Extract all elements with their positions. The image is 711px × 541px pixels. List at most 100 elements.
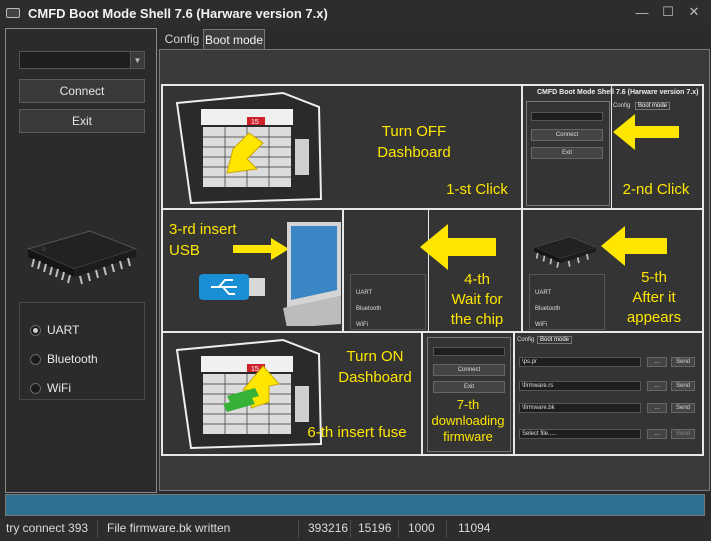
microchip-icon xyxy=(20,219,140,289)
laptop-icon xyxy=(283,222,341,326)
close-icon[interactable]: ✕ xyxy=(683,3,705,21)
status-connection: try connect 393 xyxy=(6,521,89,535)
caption: 2-nd Click xyxy=(622,181,690,198)
mini-exit: Exit xyxy=(531,147,603,159)
caption: 5-th xyxy=(641,269,667,286)
step-6-panel: 15 Turn ON Dashboard 6-th insert fuse xyxy=(163,333,421,454)
mini-radio-wifi: WiFi xyxy=(535,322,547,328)
radio-dot[interactable] xyxy=(30,324,41,336)
step-5-panel: UART Bluetooth WiFi 5-th After it appear… xyxy=(523,210,702,331)
mini-radio-uart: UART xyxy=(535,290,552,296)
status-value-1: 393216 xyxy=(308,521,349,535)
step-2-panel: CMFD Boot Mode Shell 7.6 (Harware versio… xyxy=(523,86,702,208)
caption: the chip xyxy=(450,311,504,328)
status-value-2: 15196 xyxy=(358,521,392,535)
mini-radio-wifi: WiFi xyxy=(356,322,368,328)
caption: Wait for xyxy=(451,291,503,308)
radio-wifi-label: WiFi xyxy=(47,381,71,395)
progress-bar xyxy=(5,494,705,516)
fuse-box-icon: 15 xyxy=(175,91,323,205)
mini-file-field: \firmware.bk xyxy=(519,403,641,413)
caption: Turn ON xyxy=(346,348,404,365)
mini-combo xyxy=(433,347,505,356)
radio-bluetooth[interactable]: Bluetooth xyxy=(30,352,98,366)
mini-tab-boot: Boot mode xyxy=(635,102,671,110)
radio-uart-label: UART xyxy=(47,323,80,337)
instruction-image: 15 Turn OFF Dashboard 1-st Click CMFD Bo… xyxy=(161,84,704,456)
mini-tab-config: Config xyxy=(517,337,535,343)
connection-type-group: UART Bluetooth WiFi xyxy=(19,302,145,400)
caption: After it xyxy=(632,289,676,306)
divider xyxy=(298,520,299,538)
step-7-panel: Connect Exit 7-th downloading firmware xyxy=(423,333,513,454)
step-4-panel: UART Bluetooth WiFi 4-th Wait for the ch… xyxy=(344,210,521,331)
radio-bluetooth-label: Bluetooth xyxy=(47,352,98,366)
caption: 6-th insert fuse xyxy=(307,424,407,441)
connect-button[interactable]: Connect xyxy=(19,79,145,103)
maximize-icon[interactable]: ☐ xyxy=(657,3,679,21)
mini-send-button: Send xyxy=(671,357,695,367)
arrow-left-icon xyxy=(613,114,679,150)
mini-exit: Exit xyxy=(433,381,505,393)
status-value-4: 11094 xyxy=(458,521,491,535)
mini-browse-button: ... xyxy=(647,403,667,413)
divider xyxy=(398,520,399,538)
app-icon xyxy=(6,8,20,18)
step-8-panel: Config Boot mode \ps.pr... Send \firmware.… xyxy=(515,333,702,454)
mini-file-field: Select file..... xyxy=(519,429,641,439)
radio-dot[interactable] xyxy=(30,382,41,394)
mini-tab-config: Config xyxy=(613,103,631,109)
mini-browse-button: ... xyxy=(647,429,667,439)
caption: 1-st Click xyxy=(446,181,508,198)
radio-uart[interactable]: UART xyxy=(30,323,79,337)
arrow-right-icon xyxy=(233,238,289,260)
mini-send-button: Send xyxy=(671,429,695,439)
caption: 4-th xyxy=(464,271,490,288)
caption: USB xyxy=(169,242,200,259)
mini-send-button: Send xyxy=(671,381,695,391)
mini-browse-button: ... xyxy=(647,357,667,367)
tab-config[interactable]: Config xyxy=(161,29,203,49)
caption: firmware xyxy=(443,429,493,444)
mini-title: CMFD Boot Mode Shell 7.6 (Harware versio… xyxy=(537,89,699,96)
mini-connect: Connect xyxy=(433,364,505,376)
left-panel: ▼ Connect Exit UART Bluetooth WiFi xyxy=(5,28,157,493)
svg-text:15: 15 xyxy=(251,119,259,126)
caption: appears xyxy=(626,309,682,326)
mini-radio-uart: UART xyxy=(356,290,373,296)
mini-file-field: \ps.pr xyxy=(519,357,641,367)
divider xyxy=(97,520,98,538)
caption: Dashboard xyxy=(338,369,412,386)
exit-button[interactable]: Exit xyxy=(19,109,145,133)
chevron-down-icon[interactable]: ▼ xyxy=(130,52,144,68)
window-title: CMFD Boot Mode Shell 7.6 (Harware versio… xyxy=(28,5,328,21)
caption: Dashboard xyxy=(377,144,451,161)
step-3-panel: 3-rd insert USB xyxy=(163,210,342,331)
radio-wifi[interactable]: WiFi xyxy=(30,381,71,395)
mini-radio-bluetooth: Bluetooth xyxy=(535,306,561,312)
tab-boot-mode[interactable]: Boot mode xyxy=(203,29,265,49)
status-value-3: 1000 xyxy=(408,521,435,535)
arrow-left-icon xyxy=(601,226,667,266)
step-1-panel: 15 Turn OFF Dashboard 1-st Click xyxy=(163,86,521,208)
divider xyxy=(446,520,447,538)
status-bar: try connect 393 File firmware.bk written… xyxy=(0,518,711,541)
divider xyxy=(611,86,612,208)
arrow-left-icon xyxy=(420,224,496,270)
microchip-icon xyxy=(533,236,597,268)
divider xyxy=(350,520,351,538)
mini-combo xyxy=(531,112,603,121)
mini-browse-button: ... xyxy=(647,381,667,391)
caption: 7-th xyxy=(456,397,480,412)
radio-dot[interactable] xyxy=(30,353,41,365)
caption: Turn OFF xyxy=(381,123,447,140)
status-message: File firmware.bk written xyxy=(107,521,231,535)
minimize-icon[interactable]: — xyxy=(631,3,653,21)
port-select[interactable]: ▼ xyxy=(19,51,145,69)
mini-radio-bluetooth: Bluetooth xyxy=(356,306,382,312)
mini-file-field: \firmware.rs xyxy=(519,381,641,391)
mini-send-button: Send xyxy=(671,403,695,413)
mini-tab-boot: Boot mode xyxy=(537,336,573,344)
title-bar: CMFD Boot Mode Shell 7.6 (Harware versio… xyxy=(0,0,711,26)
usb-stick-icon xyxy=(199,274,265,300)
